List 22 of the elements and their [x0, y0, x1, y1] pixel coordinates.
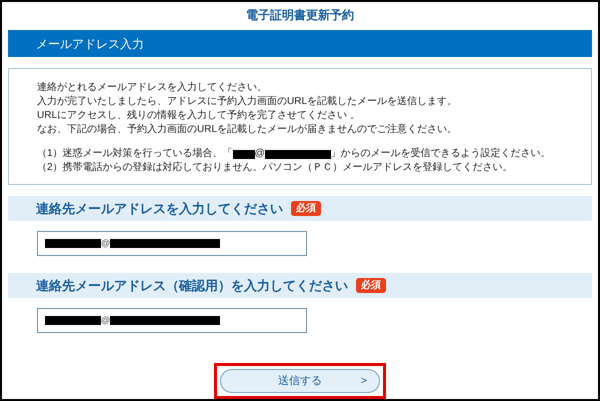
section-title: メールアドレス入力: [36, 36, 144, 53]
redaction-block: [232, 150, 255, 159]
instruction-text: 入力が完了いたしましたら、アドレスに予約入力画面のURLを記載したメールを送信します。: [37, 95, 458, 110]
note-text: （2）携帯電話からの登録は対応しておりません。パソコン（ＰＣ）メールアドレスを登録してください。: [37, 161, 513, 176]
redaction-block: [45, 239, 101, 248]
field-label: 連絡先メールアドレス（確認用）を入力してください: [36, 276, 348, 295]
email-input-field[interactable]: @: [37, 231, 307, 256]
submit-button[interactable]: 送信する >: [220, 369, 380, 393]
page-title: 電子証明書更新予約: [246, 7, 354, 24]
email-input-field[interactable]: @: [37, 308, 307, 333]
required-badge: 必須: [291, 201, 321, 216]
note-text: （1）迷惑メール対策を行っている場合、「: [37, 147, 233, 162]
at-sign: @: [254, 147, 265, 162]
redaction-block: [45, 316, 101, 325]
required-badge: 必須: [356, 278, 386, 293]
note-text: 」からのメールを受信できるよう設定ください。: [330, 147, 551, 162]
field-label: 連絡先メールアドレスを入力してください: [36, 200, 283, 218]
redaction-block: [264, 150, 331, 159]
instruction-text: なお、下記の場合、予約入力画面のURLを記載したメールが届きませんのでご注意ください。: [37, 123, 458, 138]
chevron-icon: >: [360, 372, 367, 390]
instruction-text: URLにアクセスし、残りの情報を入力して予約を完了させてください 。: [37, 109, 360, 124]
instruction-text: 連絡がとれるメールアドレスを入力してください。: [37, 81, 267, 96]
